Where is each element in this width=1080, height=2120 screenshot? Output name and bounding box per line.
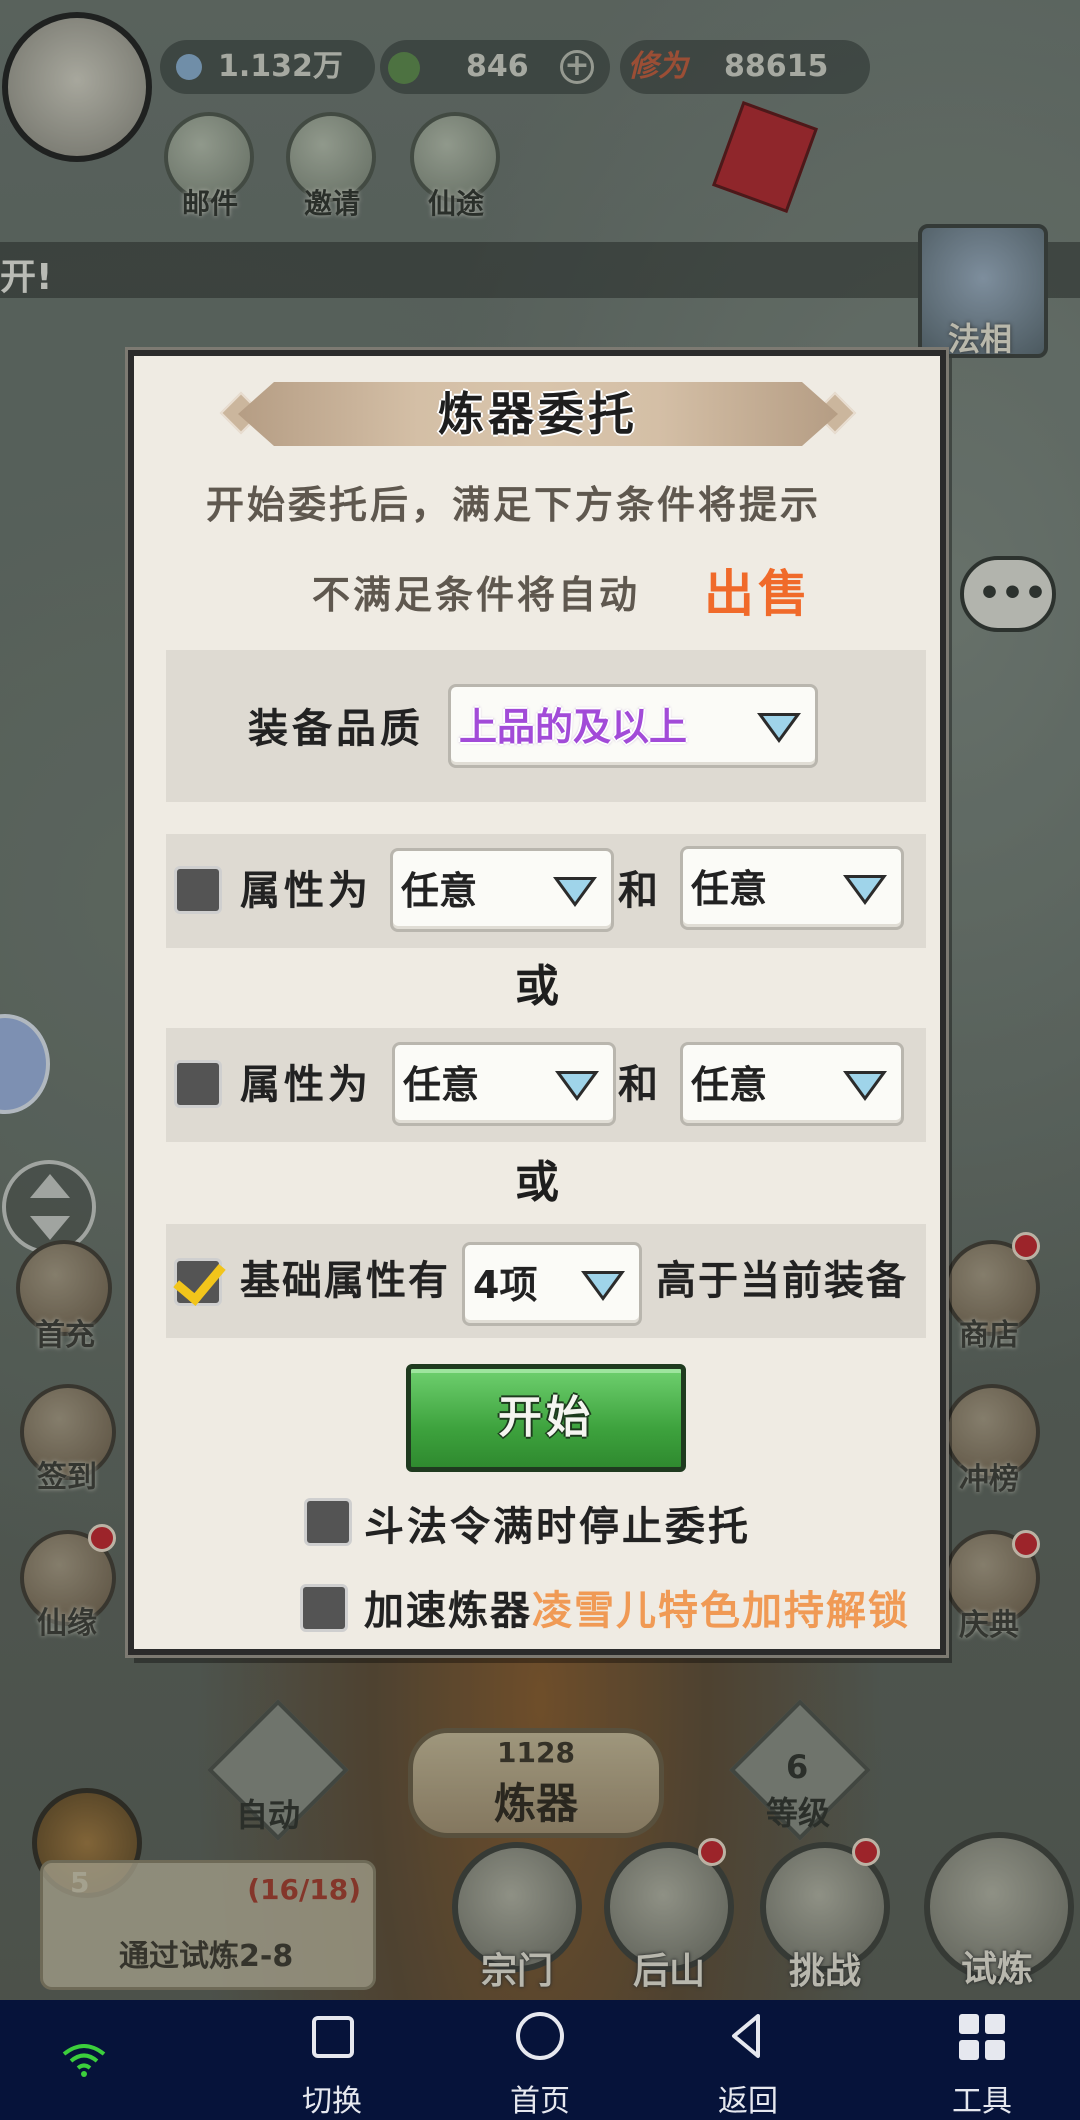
quality-label: 装备品质 [248,706,424,752]
chevron-down-icon [843,1071,887,1101]
nav-tools-button[interactable]: 工具 [912,2000,1052,2120]
base-attribute-suffix: 高于当前装备 [656,1258,908,1304]
stop-when-full-label: 斗法令满时停止委托 [364,1504,751,1550]
sell-highlight: 出售 [704,565,812,623]
nav-tools-label: 工具 [952,2084,1012,2119]
base-attribute-row: 基础属性有 4项 高于当前装备 [166,1224,926,1338]
attribute-row-2-and: 和 [618,1062,658,1108]
quality-dropdown-value: 上品的及以上 [459,705,688,749]
square-icon [312,2016,354,2058]
attribute-row-2-value-2: 任意 [691,1063,768,1107]
attribute-row-1-dropdown-2[interactable]: 任意 [680,846,904,930]
back-triangle-icon [724,2012,772,2060]
attribute-row-1-label: 属性为 [240,868,372,914]
base-attribute-count-value: 4项 [473,1263,538,1307]
attribute-row-2-label: 属性为 [240,1062,372,1108]
base-attribute-label: 基础属性有 [240,1258,450,1304]
speed-up-label: 加速炼器凌雪儿特色加持解锁 [364,1578,910,1636]
attribute-row-1-dropdown-1[interactable]: 任意 [390,848,614,932]
grid-icon [959,2014,1005,2060]
system-nav-bar: 切换 首页 返回 工具 [0,2000,1080,2120]
quality-row: 装备品质 上品的及以上 [166,650,926,802]
attribute-row-1-and: 和 [618,868,658,914]
start-button-label: 开始 [498,1392,594,1443]
chevron-down-icon [843,875,887,905]
speed-up-unlock-hint: 凌雪儿特色加持解锁 [532,1588,910,1634]
attribute-row-2-dropdown-2[interactable]: 任意 [680,1042,904,1126]
chevron-down-icon [555,1071,599,1101]
stop-when-full-checkbox[interactable] [304,1498,352,1546]
or-separator-2: 或 [515,1157,559,1208]
dialog-title: 炼器委托 [438,387,638,441]
chevron-down-icon [757,713,801,743]
or-separator-1: 或 [515,961,559,1012]
attribute-row-2-value-1: 任意 [403,1063,480,1107]
base-attribute-count-dropdown[interactable]: 4项 [462,1242,642,1326]
nav-home-button[interactable]: 首页 [470,2000,610,2120]
attribute-row-1: 属性为 任意 和 任意 [166,834,926,948]
speed-up-label-text: 加速炼器 [364,1588,532,1634]
attribute-row-2-dropdown-1[interactable]: 任意 [392,1042,616,1126]
base-attribute-checkbox[interactable] [174,1258,222,1306]
refine-commission-dialog: 炼器委托 开始委托后，满足下方条件将提示 不满足条件将自动 出售 装备品质 上品… [128,350,946,1655]
nav-switch-button[interactable]: 切换 [262,2000,402,2120]
attribute-row-2-checkbox[interactable] [174,1060,222,1108]
attribute-row-1-value-1: 任意 [401,869,478,913]
home-circle-icon [516,2012,564,2060]
description-line-2: 不满足条件将自动 [312,573,641,617]
nav-switch-label: 切换 [302,2084,362,2119]
quality-dropdown[interactable]: 上品的及以上 [448,684,818,768]
attribute-row-2: 属性为 任意 和 任意 [166,1028,926,1142]
nav-home-label: 首页 [510,2084,570,2119]
speed-up-checkbox[interactable] [300,1584,348,1632]
attribute-row-1-checkbox[interactable] [174,866,222,914]
nav-back-button[interactable]: 返回 [678,2000,818,2120]
chevron-down-icon [581,1271,625,1301]
start-button[interactable]: 开始 [406,1364,686,1472]
description-line-1: 开始委托后，满足下方条件将提示 [206,483,822,527]
chevron-down-icon [553,877,597,907]
wifi-icon [62,2042,106,2078]
attribute-row-1-value-2: 任意 [691,867,768,911]
nav-back-label: 返回 [718,2084,778,2119]
